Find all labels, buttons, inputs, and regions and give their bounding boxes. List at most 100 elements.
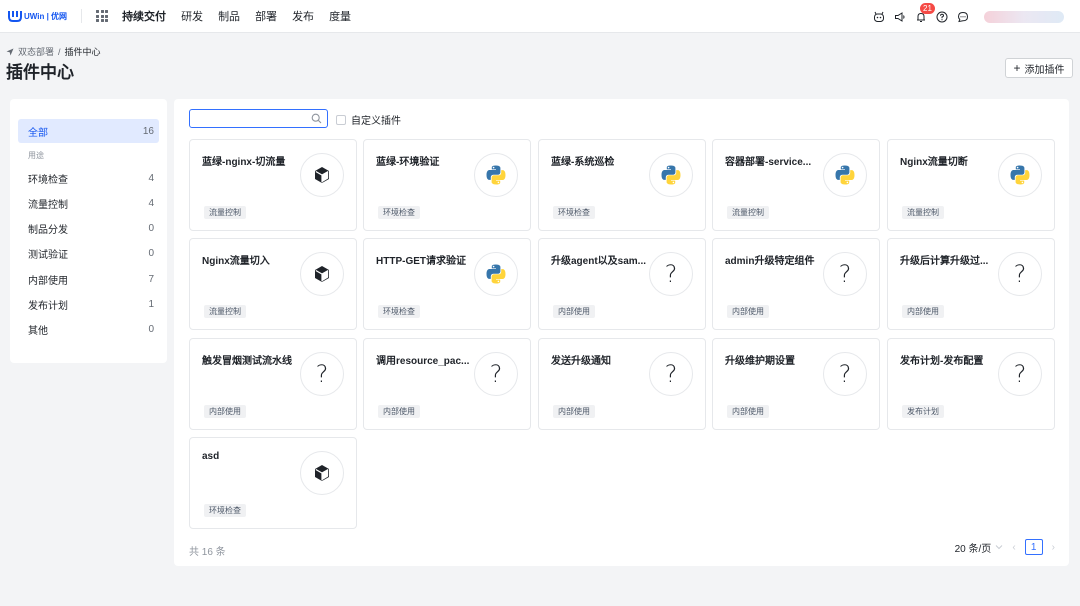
- plugin-card[interactable]: 容器部署-service... 流量控制: [712, 139, 880, 231]
- breadcrumb-parent[interactable]: 双态部署: [18, 45, 54, 58]
- breadcrumb-current: 插件中心: [64, 47, 101, 57]
- nav-item-release[interactable]: 发布: [292, 8, 314, 24]
- plugin-card-title: Nginx流量切断: [900, 157, 968, 168]
- logo[interactable]: UWin | 优网: [8, 10, 67, 22]
- plugin-card[interactable]: 升级后计算升级过...? 内部使用: [887, 238, 1055, 330]
- plugin-card-title: 发布计划-发布配置: [900, 356, 984, 367]
- sidebar-item-count: 1: [148, 298, 154, 310]
- sidebar-item-internal[interactable]: 内部使用 7: [18, 267, 159, 291]
- plugin-card-tag: 环境检查: [204, 504, 246, 517]
- next-page-button[interactable]: ›: [1052, 542, 1055, 553]
- total-count: 共 16 条: [189, 547, 226, 558]
- plugin-card-tag: 内部使用: [378, 405, 420, 418]
- app-grid-icon[interactable]: [96, 10, 109, 22]
- plugin-card-tag: 内部使用: [553, 305, 595, 318]
- custom-plugin-checkbox[interactable]: [336, 114, 346, 125]
- plugin-card[interactable]: 蓝绿-nginx-切流量 流量控制: [189, 139, 357, 231]
- plugin-card[interactable]: 触发冒烟测试流水线? 内部使用: [189, 338, 357, 430]
- sidebar-item-label: 制品分发: [28, 224, 68, 236]
- plugin-card-tag: 流量控制: [727, 206, 769, 219]
- cube-icon: [300, 451, 344, 495]
- sidebar-item-all[interactable]: 全部 16: [18, 119, 159, 143]
- custom-plugin-filter[interactable]: 自定义插件: [336, 112, 401, 127]
- python-icon: [823, 153, 867, 197]
- bell-icon[interactable]: 21: [914, 2, 935, 24]
- search-icon[interactable]: [311, 113, 322, 124]
- plugin-card[interactable]: 发送升级通知? 内部使用: [538, 338, 706, 430]
- plugin-card-title: 调用resource_pac...: [376, 356, 470, 367]
- sidebar-item-label: 流量控制: [28, 199, 68, 211]
- sidebar-item-label: 内部使用: [28, 275, 68, 287]
- plugin-card-tag: 内部使用: [727, 305, 769, 318]
- sidebar-item-artifact-dist[interactable]: 制品分发 0: [18, 216, 159, 240]
- category-sidebar: 全部 16 用途 环境检查 4 流量控制 4 制品分发 0 测试验证 0 内部使…: [10, 99, 167, 363]
- bot-icon[interactable]: [872, 10, 886, 24]
- page-size-select[interactable]: 20 条/页: [955, 540, 1004, 555]
- custom-plugin-label: 自定义插件: [351, 116, 401, 127]
- plugin-card[interactable]: 升级agent以及sam...? 内部使用: [538, 238, 706, 330]
- plugin-card-title: asd: [202, 451, 220, 462]
- plugin-card[interactable]: HTTP-GET请求验证 环境检查: [363, 238, 531, 330]
- sidebar-item-count: 7: [148, 273, 154, 285]
- search-input[interactable]: [189, 109, 328, 128]
- plugin-card-tag: 流量控制: [204, 305, 246, 318]
- page-title: 插件中心: [6, 63, 74, 82]
- question-icon: ?: [649, 352, 693, 396]
- plugin-card[interactable]: 蓝绿-系统巡检 环境检查: [538, 139, 706, 231]
- plugin-card[interactable]: 升级维护期设置? 内部使用: [712, 338, 880, 430]
- plugin-card-tag: 环境检查: [378, 305, 420, 318]
- plugin-card[interactable]: admin升级特定组件? 内部使用: [712, 238, 880, 330]
- plugin-card[interactable]: Nginx流量切断 流量控制: [887, 139, 1055, 231]
- plugin-card-tag: 流量控制: [902, 206, 944, 219]
- plugin-card[interactable]: 调用resource_pac...? 内部使用: [363, 338, 531, 430]
- plugin-card[interactable]: asd 环境检查: [189, 437, 357, 529]
- sidebar-group-label: 用途: [28, 151, 44, 160]
- plugin-card-title: 发送升级通知: [551, 356, 611, 367]
- notification-badge: 21: [920, 2, 935, 14]
- nav-item-artifacts[interactable]: 制品: [218, 8, 240, 24]
- question-icon: ?: [474, 352, 518, 396]
- help-icon[interactable]: [935, 10, 949, 24]
- plugin-card[interactable]: 蓝绿-环境验证 环境检查: [363, 139, 531, 231]
- plugin-card-title: 升级agent以及sam...: [551, 256, 647, 267]
- plugin-card-tag: 发布计划: [902, 405, 944, 418]
- question-icon: ?: [823, 252, 867, 296]
- plugin-card-title: Nginx流量切入: [202, 256, 270, 267]
- plus-icon: +: [1013, 61, 1021, 75]
- nav-item-continuous-delivery[interactable]: 持续交付: [122, 8, 166, 24]
- plugin-card-tag: 环境检查: [378, 206, 420, 219]
- sidebar-item-label: 其他: [28, 325, 48, 337]
- page-number-button[interactable]: 1: [1024, 539, 1043, 555]
- nav-item-metrics[interactable]: 度量: [329, 8, 351, 24]
- announcement-icon[interactable]: [893, 10, 907, 24]
- sidebar-item-env-check[interactable]: 环境检查 4: [18, 166, 159, 190]
- breadcrumb: 双态部署 / 插件中心: [6, 45, 101, 58]
- sidebar-item-count: 0: [148, 323, 154, 335]
- add-plugin-button[interactable]: + 添加插件: [1005, 58, 1073, 78]
- message-icon[interactable]: [956, 10, 970, 24]
- plugin-card[interactable]: Nginx流量切入 流量控制: [189, 238, 357, 330]
- sidebar-item-count: 4: [148, 172, 154, 184]
- sidebar-item-traffic-control[interactable]: 流量控制 4: [18, 191, 159, 215]
- sidebar-item-release-plan[interactable]: 发布计划 1: [18, 292, 159, 316]
- sidebar-item-testing[interactable]: 测试验证 0: [18, 241, 159, 265]
- sidebar-item-other[interactable]: 其他 0: [18, 317, 159, 341]
- cube-icon: [300, 252, 344, 296]
- sidebar-item-label: 全部: [28, 127, 48, 139]
- sidebar-item-label: 测试验证: [28, 249, 68, 261]
- python-icon: [649, 153, 693, 197]
- plugin-card[interactable]: 发布计划-发布配置? 发布计划: [887, 338, 1055, 430]
- nav-item-deploy[interactable]: 部署: [255, 8, 277, 24]
- top-bar: UWin | 优网 持续交付 研发 制品 部署 发布 度量 21: [0, 0, 1080, 33]
- plugin-card-title: 容器部署-service...: [725, 157, 812, 168]
- plugin-card-tag: 内部使用: [553, 405, 595, 418]
- plugin-card-tag: 内部使用: [902, 305, 944, 318]
- plugin-card-title: admin升级特定组件: [725, 256, 815, 267]
- user-avatar[interactable]: [984, 10, 1064, 23]
- nav-item-rd[interactable]: 研发: [181, 8, 203, 24]
- page-size-value: 20 条/页: [954, 543, 992, 555]
- prev-page-button[interactable]: ‹: [1012, 542, 1015, 553]
- main-nav: 持续交付 研发 制品 部署 发布 度量: [122, 8, 366, 24]
- plugin-card-tag: 内部使用: [727, 405, 769, 418]
- question-icon: ?: [649, 252, 693, 296]
